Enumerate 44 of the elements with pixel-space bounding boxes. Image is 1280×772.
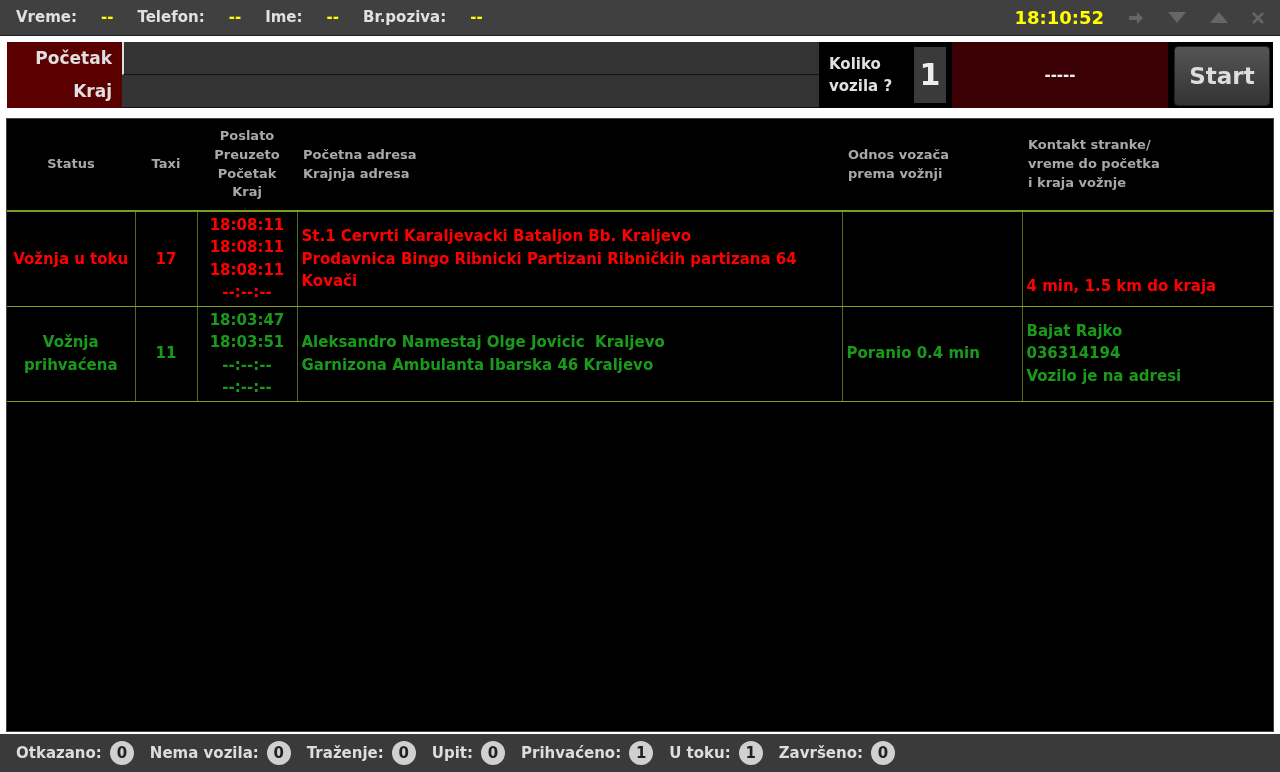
triangle-up-icon[interactable] [1210,11,1228,24]
status-label: Završeno: [778,742,863,764]
status-cell: Vožnja u toku [7,211,135,306]
count-badge: 0 [871,741,895,765]
info-label: Ime: [265,7,303,29]
column-header: Kontakt stranke/ vreme do početka i kraja vožnje [1022,119,1273,211]
count-badge: 0 [109,741,134,765]
close-icon[interactable] [1252,11,1264,24]
contact-cell: Bajat Rajko 036314194 Vozilo je na adresi [1022,306,1273,401]
taxi-cell: 17 [135,211,197,306]
status-label: U toku: [669,742,731,764]
count-badge: 0 [481,741,505,765]
count-badge: 0 [266,741,291,765]
driver-relation-cell: Poranio 0.4 min [842,306,1022,401]
info-value: -- [470,7,483,29]
contact-cell: 4 min, 1.5 km do kraja [1022,211,1273,306]
status-label: Upit: [431,742,473,764]
status-label: Nema vozila: [149,742,259,764]
address-cell: St.1 Cervrti Karaljevacki Bataljon Bb. Kraljevo Prodavnica Bingo Ribnicki Partizani Ribničkih partizana 64 Kovači [297,211,842,306]
status-label: Prihvaćeno: [521,742,622,764]
column-header: Poslato Preuzeto Početak Kraj [197,119,297,211]
info-label: Br.poziva: [363,7,447,29]
count-badge: 1 [629,741,654,765]
arrow-right-icon[interactable] [1128,10,1144,25]
times-cell: 18:03:47 18:03:51 --:--:-- --:--:-- [197,306,297,401]
column-header: Odnos vozača prema vožnji [842,119,1022,211]
info-label: Vreme: [16,7,77,29]
info-value: -- [228,7,242,29]
status-cell: Vožnja prihvaćena [7,306,135,401]
column-header: Taxi [135,119,197,211]
column-header: Početna adresa Krajnja adresa [297,119,842,211]
triangle-down-icon[interactable] [1168,11,1186,24]
info-value: -- [101,7,114,29]
clock-time: 18:10:52 [1014,6,1104,30]
status-label: Otkazano: [16,742,102,764]
info-value: -- [326,7,339,29]
status-label: Traženje: [306,742,384,764]
count-badge: 1 [738,741,763,765]
info-label: Telefon: [137,7,205,29]
taxi-cell: 11 [135,306,197,401]
count-badge: 0 [391,741,416,765]
address-cell: Aleksandro Namestaj Olge Jovicic Kraljevo Garnizona Ambulanta Ibarska 46 Kraljevo [297,306,842,401]
times-cell: 18:08:11 18:08:11 18:08:11 --:--:-- [197,211,297,306]
column-header: Status [7,119,135,211]
